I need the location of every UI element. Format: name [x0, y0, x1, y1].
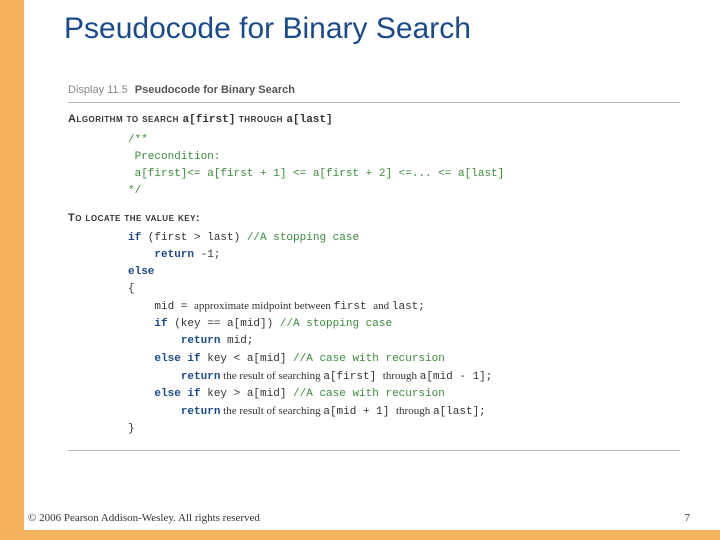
- c-l5-code: mid =: [154, 301, 194, 313]
- bottom-stripe: [0, 530, 720, 540]
- c-l9-nar: the result of searching: [220, 370, 323, 382]
- c-l10-kw: else if: [154, 388, 200, 400]
- c-l8-code: key < a[mid]: [201, 353, 293, 365]
- c-l7-kw: return: [181, 335, 221, 347]
- c-l11-nar2: through: [396, 405, 433, 417]
- c-l11-code: a[mid + 1]: [323, 406, 396, 418]
- precond-l3: a[first]<= a[first + 1] <= a[first + 2] …: [128, 168, 504, 180]
- precondition-block: /** Precondition: a[first]<= a[first + 1…: [128, 132, 680, 200]
- page-number: 7: [685, 512, 691, 524]
- c-l6-cm: //A stopping case: [280, 318, 392, 330]
- c-l10-code: key > a[mid]: [201, 388, 293, 400]
- display-label: Display 11.5: [68, 84, 128, 96]
- c-l9-code: a[first]: [323, 371, 382, 383]
- page-title: Pseudocode for Binary Search: [64, 12, 471, 46]
- c-l2-kw: return: [154, 249, 194, 261]
- precond-l1: /**: [128, 134, 148, 146]
- algo-mono1: a[first]: [183, 114, 236, 126]
- c-l1-kw: if: [128, 232, 141, 244]
- rule-bottom: [68, 450, 680, 451]
- c-l5-code3: last;: [392, 301, 425, 313]
- footer-copyright: © 2006 Pearson Addison-Wesley. All right…: [28, 512, 260, 524]
- c-l3-kw: else: [128, 266, 154, 278]
- left-stripe: [0, 0, 24, 540]
- c-l1-code: (first > last): [141, 232, 247, 244]
- c-l6-code: (key == a[mid]): [168, 318, 280, 330]
- c-l9-nar2: through: [383, 370, 420, 382]
- c-l7-code: mid;: [220, 335, 253, 347]
- c-l1-cm: //A stopping case: [247, 232, 359, 244]
- c-l12: }: [128, 423, 135, 435]
- display-title: Pseudocode for Binary Search: [135, 84, 295, 96]
- c-l5-nar: approximate midpoint between: [194, 300, 334, 312]
- c-l9-kw: return: [181, 371, 221, 383]
- code-block: if (first > last) //A stopping case retu…: [128, 230, 680, 438]
- algorithm-heading: Algorithm to search a[first] through a[l…: [68, 113, 680, 126]
- c-l6-kw: if: [154, 318, 167, 330]
- c-l9-code2: a[mid - 1];: [420, 371, 493, 383]
- c-l10-cm: //A case with recursion: [293, 388, 445, 400]
- display-heading: Display 11.5 Pseudocode for Binary Searc…: [68, 84, 680, 96]
- precond-l2: Precondition:: [128, 151, 220, 163]
- algo-mid: through: [235, 113, 286, 125]
- c-l11-code2: a[last];: [433, 406, 486, 418]
- content-block: Display 11.5 Pseudocode for Binary Searc…: [68, 84, 680, 451]
- c-l8-kw: else if: [154, 353, 200, 365]
- c-l8-cm: //A case with recursion: [293, 353, 445, 365]
- c-l5-code2: first: [334, 301, 374, 313]
- c-l4: {: [128, 283, 135, 295]
- c-l11-kw: return: [181, 406, 221, 418]
- precond-l4: */: [128, 185, 141, 197]
- c-l2-code: -1;: [194, 249, 220, 261]
- c-l5-nar2: and: [373, 300, 392, 312]
- algo-prefix: Algorithm to search: [68, 113, 183, 125]
- algo-mono2: a[last]: [286, 114, 332, 126]
- locate-heading: To locate the value key:: [68, 212, 680, 224]
- c-l11-nar: the result of searching: [220, 405, 323, 417]
- rule-top: [68, 102, 680, 103]
